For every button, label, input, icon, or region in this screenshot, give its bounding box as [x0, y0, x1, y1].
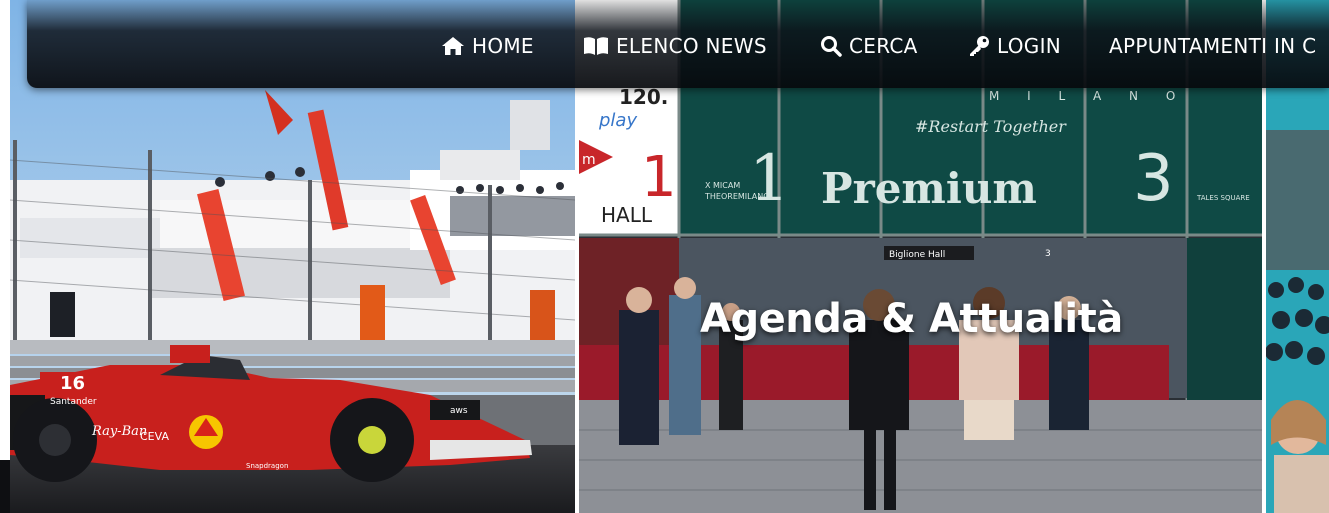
nav-item-login[interactable]: LOGIN [968, 33, 1061, 59]
left-margin-dark [0, 460, 10, 513]
svg-text:Snapdragon: Snapdragon [246, 462, 288, 470]
svg-text:Ray-Ban: Ray-Ban [91, 424, 147, 439]
nav-item-home[interactable]: HOME [441, 33, 534, 59]
svg-text:HALL: HALL [601, 203, 653, 227]
svg-text:m: m [582, 152, 596, 168]
svg-text:CEVA: CEVA [140, 430, 169, 443]
svg-text:aws: aws [450, 406, 468, 416]
svg-text:Biglione Hall: Biglione Hall [889, 250, 945, 260]
nav-item-label: ELENCO NEWS [616, 34, 767, 58]
svg-text:1: 1 [641, 145, 677, 210]
nav-item-label: CERCA [849, 34, 918, 58]
nav-item-elenco-news[interactable]: ELENCO NEWS [583, 33, 767, 59]
svg-text:X MICAM: X MICAM [705, 181, 740, 190]
hero-title: Agenda & Attualità [700, 296, 1123, 342]
svg-text:Premium: Premium [821, 164, 1037, 213]
nav-item-cerca[interactable]: CERCA [820, 33, 918, 59]
svg-text:THEOREMILANO: THEOREMILANO [704, 192, 770, 201]
nav-item-label: LOGIN [997, 34, 1062, 58]
left-margin [0, 0, 10, 460]
svg-text:play: play [598, 110, 637, 131]
search-icon [821, 36, 842, 57]
key-icon [970, 36, 989, 56]
svg-text:120.: 120. [619, 85, 668, 109]
nav-item-label: HOME [472, 34, 534, 58]
svg-text:M I L A N O: M I L A N O [989, 89, 1187, 103]
svg-text:3: 3 [1133, 142, 1174, 216]
svg-text:16: 16 [60, 373, 85, 394]
book-icon [584, 37, 608, 55]
nav-item-label: APPUNTAMENTI IN C [1109, 34, 1317, 58]
svg-text:TALES SQUARE: TALES SQUARE [1196, 194, 1250, 202]
home-icon [442, 37, 464, 55]
svg-text:Santander: Santander [50, 397, 97, 407]
svg-text:#Restart Together: #Restart Together [915, 117, 1067, 136]
svg-text:3: 3 [1045, 249, 1051, 259]
main-navigation: HOME ELENCO NEWS CERCA LOGIN APPUNTAMENT… [27, 0, 1329, 88]
svg-text:1: 1 [749, 142, 790, 216]
nav-item-appuntamenti[interactable]: APPUNTAMENTI IN C [1109, 33, 1316, 59]
